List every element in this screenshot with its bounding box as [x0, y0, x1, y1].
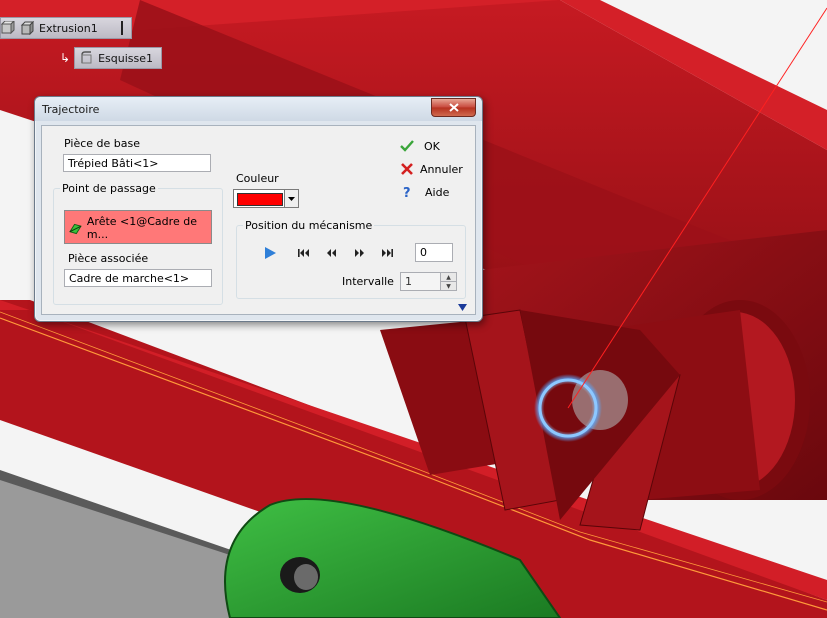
skip-first-icon: [297, 249, 309, 257]
dialog-title: Trajectoire: [42, 103, 100, 116]
pass-point-selection-box[interactable]: Arête <1@Cadre de m...: [64, 210, 212, 244]
chevron-down-icon: [288, 196, 295, 201]
color-picker[interactable]: [233, 189, 299, 208]
extrusion-label: Extrusion1: [39, 21, 98, 35]
edge-icon: [69, 223, 82, 234]
close-icon: [448, 103, 459, 112]
pass-point-item[interactable]: Arête <1@Cadre de m...: [69, 215, 211, 241]
previous-position-button[interactable]: [322, 246, 340, 260]
spin-up-button[interactable]: ▲: [440, 273, 456, 282]
sketch-label: Esquisse1: [98, 51, 153, 65]
cancel-button[interactable]: Annuler: [400, 162, 463, 176]
trajectory-dialog: Trajectoire Pièce de base Trépied Bâti<1…: [34, 96, 483, 322]
first-position-button[interactable]: [294, 246, 312, 260]
pass-point-caption: Point de passage: [60, 182, 158, 195]
feature-tree-row-2: ↳ Esquisse1: [60, 47, 162, 69]
play-icon: [265, 247, 276, 259]
position-input[interactable]: 0: [415, 243, 453, 262]
pass-point-group: Point de passage Arête <1@Cadre de m... …: [53, 182, 223, 305]
associated-part-field[interactable]: Cadre de marche<1>: [64, 269, 212, 287]
part-icon: [1, 21, 15, 35]
base-part-field[interactable]: Trépied Bâti<1>: [63, 154, 211, 172]
ok-button[interactable]: OK: [400, 139, 440, 153]
tree-branch-icon: ↳: [60, 51, 71, 65]
rewind-icon: [327, 249, 336, 257]
skip-last-icon: [381, 249, 393, 257]
interval-label: Intervalle: [342, 275, 394, 288]
close-button[interactable]: [431, 98, 476, 117]
expand-arrow-icon[interactable]: [458, 304, 467, 311]
color-swatch: [237, 193, 283, 206]
base-part-label: Pièce de base: [64, 137, 140, 150]
green-link-hole-inner: [294, 564, 318, 590]
play-button[interactable]: [261, 246, 279, 260]
fast-forward-icon: [355, 249, 364, 257]
feature-extrusion[interactable]: Extrusion1: [0, 17, 132, 39]
help-label: Aide: [425, 185, 450, 199]
cancel-label: Annuler: [420, 162, 463, 176]
feature-tree-row-1: Extrusion1: [0, 17, 132, 39]
ok-label: OK: [424, 139, 440, 153]
dialog-titlebar[interactable]: Trajectoire: [35, 97, 482, 121]
extrude-icon: [20, 21, 34, 35]
sketch-icon: [81, 51, 92, 64]
interval-spinner[interactable]: 1 ▲ ▼: [400, 272, 457, 291]
dialog-client-area: Pièce de base Trépied Bâti<1> Point de p…: [41, 125, 476, 315]
question-icon: ?: [403, 186, 411, 199]
rollback-bar-icon[interactable]: [120, 21, 123, 35]
pass-point-text: Arête <1@Cadre de m...: [86, 215, 197, 241]
x-icon: [401, 163, 413, 175]
color-label: Couleur: [236, 172, 279, 185]
next-position-button[interactable]: [351, 246, 369, 260]
check-icon: [400, 140, 414, 152]
color-dropdown-button[interactable]: [284, 190, 298, 207]
svg-text:?: ?: [403, 186, 411, 199]
last-position-button[interactable]: [378, 246, 396, 260]
interval-value: 1: [405, 275, 412, 288]
help-button[interactable]: ? Aide: [400, 185, 450, 200]
associated-part-label: Pièce associée: [68, 252, 149, 265]
spin-down-button[interactable]: ▼: [440, 282, 456, 290]
mechanism-caption: Position du mécanisme: [243, 219, 375, 232]
feature-sketch[interactable]: Esquisse1: [74, 47, 162, 69]
